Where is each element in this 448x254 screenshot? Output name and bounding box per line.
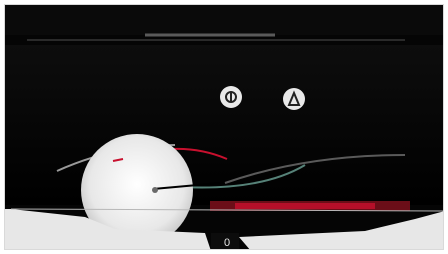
dashboard-body bbox=[5, 45, 443, 205]
bottom-marker: 0 bbox=[224, 237, 230, 249]
top-band bbox=[5, 5, 443, 35]
seatbelt-icon bbox=[283, 88, 305, 110]
bottom-ledge-right bbox=[239, 211, 443, 249]
gauge-hub bbox=[152, 187, 158, 193]
camera-frame: 0 bbox=[4, 4, 444, 250]
steering-wheel-icon bbox=[220, 86, 242, 108]
night-scene: 0 bbox=[5, 5, 443, 249]
red-warning-bar-core bbox=[235, 203, 375, 209]
